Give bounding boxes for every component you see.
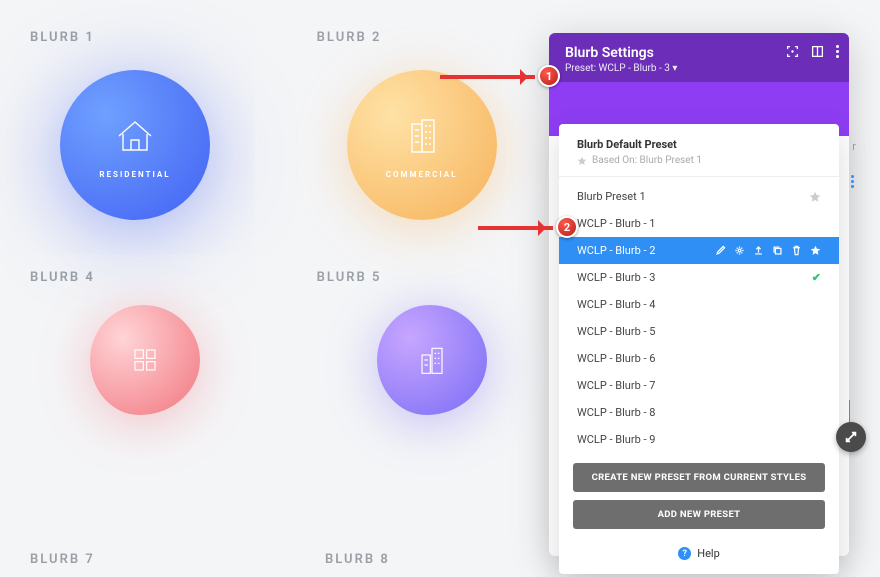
- help-icon: ?: [678, 547, 691, 560]
- preset-item-wclp7[interactable]: WCLP - Blurb - 7: [559, 372, 839, 399]
- edge-r-label: r: [852, 140, 856, 153]
- preset-item-wclp1[interactable]: WCLP - Blurb - 1: [559, 210, 839, 237]
- columns-icon[interactable]: [811, 45, 824, 58]
- house-icon: [111, 112, 159, 160]
- preset-item-wclp3[interactable]: WCLP - Blurb - 3 ✔: [559, 264, 839, 291]
- more-icon[interactable]: [836, 45, 839, 58]
- preset-item-wclp6[interactable]: WCLP - Blurb - 6: [559, 345, 839, 372]
- blurb-1-bubble[interactable]: RESIDENTIAL: [60, 70, 210, 220]
- default-preset-title: Blurb Default Preset: [577, 138, 821, 151]
- edge-more-icon[interactable]: [851, 175, 854, 188]
- preset-selector[interactable]: Preset: WCLP - Blurb - 3 ▾: [565, 63, 833, 74]
- preset-item-preset1[interactable]: Blurb Preset 1: [559, 183, 839, 210]
- blurb-4-bubble[interactable]: [90, 305, 200, 415]
- blurb-1-title: BLURB 1: [30, 30, 277, 45]
- resize-fab[interactable]: [836, 422, 866, 452]
- help-link[interactable]: ? Help: [573, 547, 825, 560]
- blurb-2-label: COMMERCIAL: [386, 170, 458, 179]
- create-preset-button[interactable]: CREATE NEW PRESET FROM CURRENT STYLES: [573, 463, 825, 492]
- preset-item-wclp5[interactable]: WCLP - Blurb - 5: [559, 318, 839, 345]
- blurb-1-label: RESIDENTIAL: [99, 170, 170, 179]
- blurb-4-title: BLURB 4: [30, 270, 277, 285]
- preset-item-wclp2[interactable]: WCLP - Blurb - 2: [559, 237, 839, 264]
- star-icon[interactable]: [810, 245, 821, 256]
- edit-icon[interactable]: [715, 245, 726, 256]
- buildings-icon: [412, 340, 452, 380]
- annotation-badge-2: 2: [556, 216, 578, 238]
- trash-icon[interactable]: [791, 245, 802, 256]
- annotation-arrow-1: [440, 75, 535, 79]
- check-icon: ✔: [812, 271, 821, 284]
- preset-item-wclp8[interactable]: WCLP - Blurb - 8: [559, 399, 839, 426]
- building-icon: [398, 112, 446, 160]
- annotation-badge-1: 1: [538, 65, 560, 87]
- blurb-2-bubble[interactable]: COMMERCIAL: [347, 70, 497, 220]
- preset-item-wclp9[interactable]: WCLP - Blurb - 9: [559, 426, 839, 453]
- export-icon[interactable]: [753, 245, 764, 256]
- copy-icon[interactable]: [772, 245, 783, 256]
- gear-icon[interactable]: [734, 245, 745, 256]
- panel-header: Blurb Settings Preset: WCLP - Blurb - 3 …: [549, 33, 849, 82]
- based-on-label: Based On: Blurb Preset 1: [577, 155, 821, 166]
- focus-icon[interactable]: [786, 45, 799, 58]
- blurb-8-title: BLURB 8: [325, 552, 390, 567]
- star-icon: [577, 156, 587, 166]
- preset-item-wclp4[interactable]: WCLP - Blurb - 4: [559, 291, 839, 318]
- add-preset-button[interactable]: ADD NEW PRESET: [573, 500, 825, 529]
- blurb-5-bubble[interactable]: [377, 305, 487, 415]
- star-icon[interactable]: [809, 191, 821, 203]
- blurb-2-title: BLURB 2: [317, 30, 564, 45]
- preset-dropdown: Blurb Default Preset Based On: Blurb Pre…: [559, 124, 839, 574]
- grid-icon: [125, 340, 165, 380]
- blurb-7-title: BLURB 7: [30, 552, 95, 567]
- blurb-5-title: BLURB 5: [317, 270, 564, 285]
- blurb-settings-panel: Blurb Settings Preset: WCLP - Blurb - 3 …: [549, 33, 849, 556]
- resize-icon: [844, 430, 858, 444]
- annotation-arrow-2: [478, 226, 553, 230]
